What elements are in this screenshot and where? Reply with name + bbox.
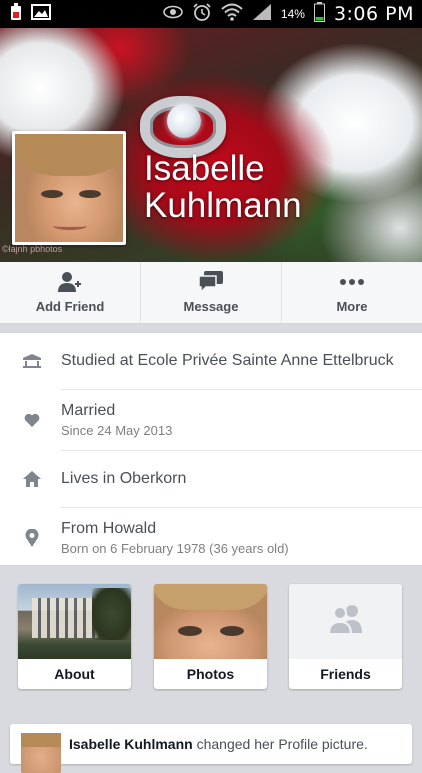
friends-label: Friends (320, 666, 371, 682)
hometown-text: From Howald (61, 520, 157, 537)
notification-battery-icon (10, 2, 22, 26)
image-icon (31, 3, 51, 25)
more-label: More (336, 299, 368, 314)
message-label: Message (183, 299, 239, 314)
cover-watermark: ©lajnh pbhotos (2, 244, 63, 254)
relationship-since-text: Since 24 May 2013 (61, 423, 173, 438)
more-icon (339, 271, 365, 293)
profile-sections: About Photos Friends (0, 584, 422, 690)
education-row[interactable]: Studied at Ecole Privée Sainte Anne Ette… (0, 343, 422, 379)
message-button[interactable]: Message (141, 262, 282, 323)
wifi-icon (221, 3, 243, 26)
hometown-row[interactable]: From Howald Born on 6 February 1978 (36 … (0, 515, 422, 561)
education-text: Studied at Ecole Privée Sainte Anne Ette… (61, 352, 394, 369)
profile-name: Isabelle Kuhlmann (144, 149, 302, 225)
story-avatar[interactable] (21, 733, 61, 773)
photos-tile[interactable]: Photos (154, 584, 267, 689)
clock: 3:06 PM (333, 3, 414, 25)
friends-icon (327, 604, 365, 639)
friends-tile[interactable]: Friends (289, 584, 402, 689)
photos-thumbnail (154, 584, 267, 659)
battery-icon (313, 1, 325, 27)
about-label: About (54, 666, 95, 682)
friends-thumbnail (289, 584, 402, 659)
more-button[interactable]: More (282, 262, 422, 323)
relationship-row[interactable]: Married Since 24 May 2013 (0, 397, 422, 443)
lives-in-row[interactable]: Lives in Oberkorn (0, 461, 422, 497)
about-tile[interactable]: About (18, 584, 131, 689)
about-thumbnail (18, 584, 131, 659)
status-bar: 14% 3:06 PM (0, 0, 422, 28)
profile-action-bar: Add Friend Message More (0, 262, 422, 324)
alarm-icon (192, 2, 212, 27)
profile-info-card: Studied at Ecole Privée Sainte Anne Ette… (0, 332, 422, 566)
eye-icon (163, 5, 183, 24)
cover-ring-stone (167, 104, 201, 138)
photos-label: Photos (186, 666, 235, 682)
relationship-text: Married (61, 402, 116, 419)
lives-in-text: Lives in Oberkorn (61, 470, 187, 487)
add-friend-button[interactable]: Add Friend (0, 262, 141, 323)
education-icon (22, 351, 42, 371)
add-friend-label: Add Friend (35, 299, 105, 314)
signal-icon (252, 3, 272, 26)
birthday-text: Born on 6 February 1978 (36 years old) (61, 541, 289, 556)
add-friend-icon (58, 271, 82, 293)
profile-picture[interactable] (12, 131, 126, 245)
message-icon (198, 271, 224, 293)
location-pin-icon (22, 528, 42, 548)
feed-story[interactable]: Isabelle Kuhlmann changed her Profile pi… (10, 724, 412, 773)
home-icon (22, 469, 42, 489)
battery-percent: 14% (280, 7, 305, 21)
heart-icon (22, 410, 42, 430)
